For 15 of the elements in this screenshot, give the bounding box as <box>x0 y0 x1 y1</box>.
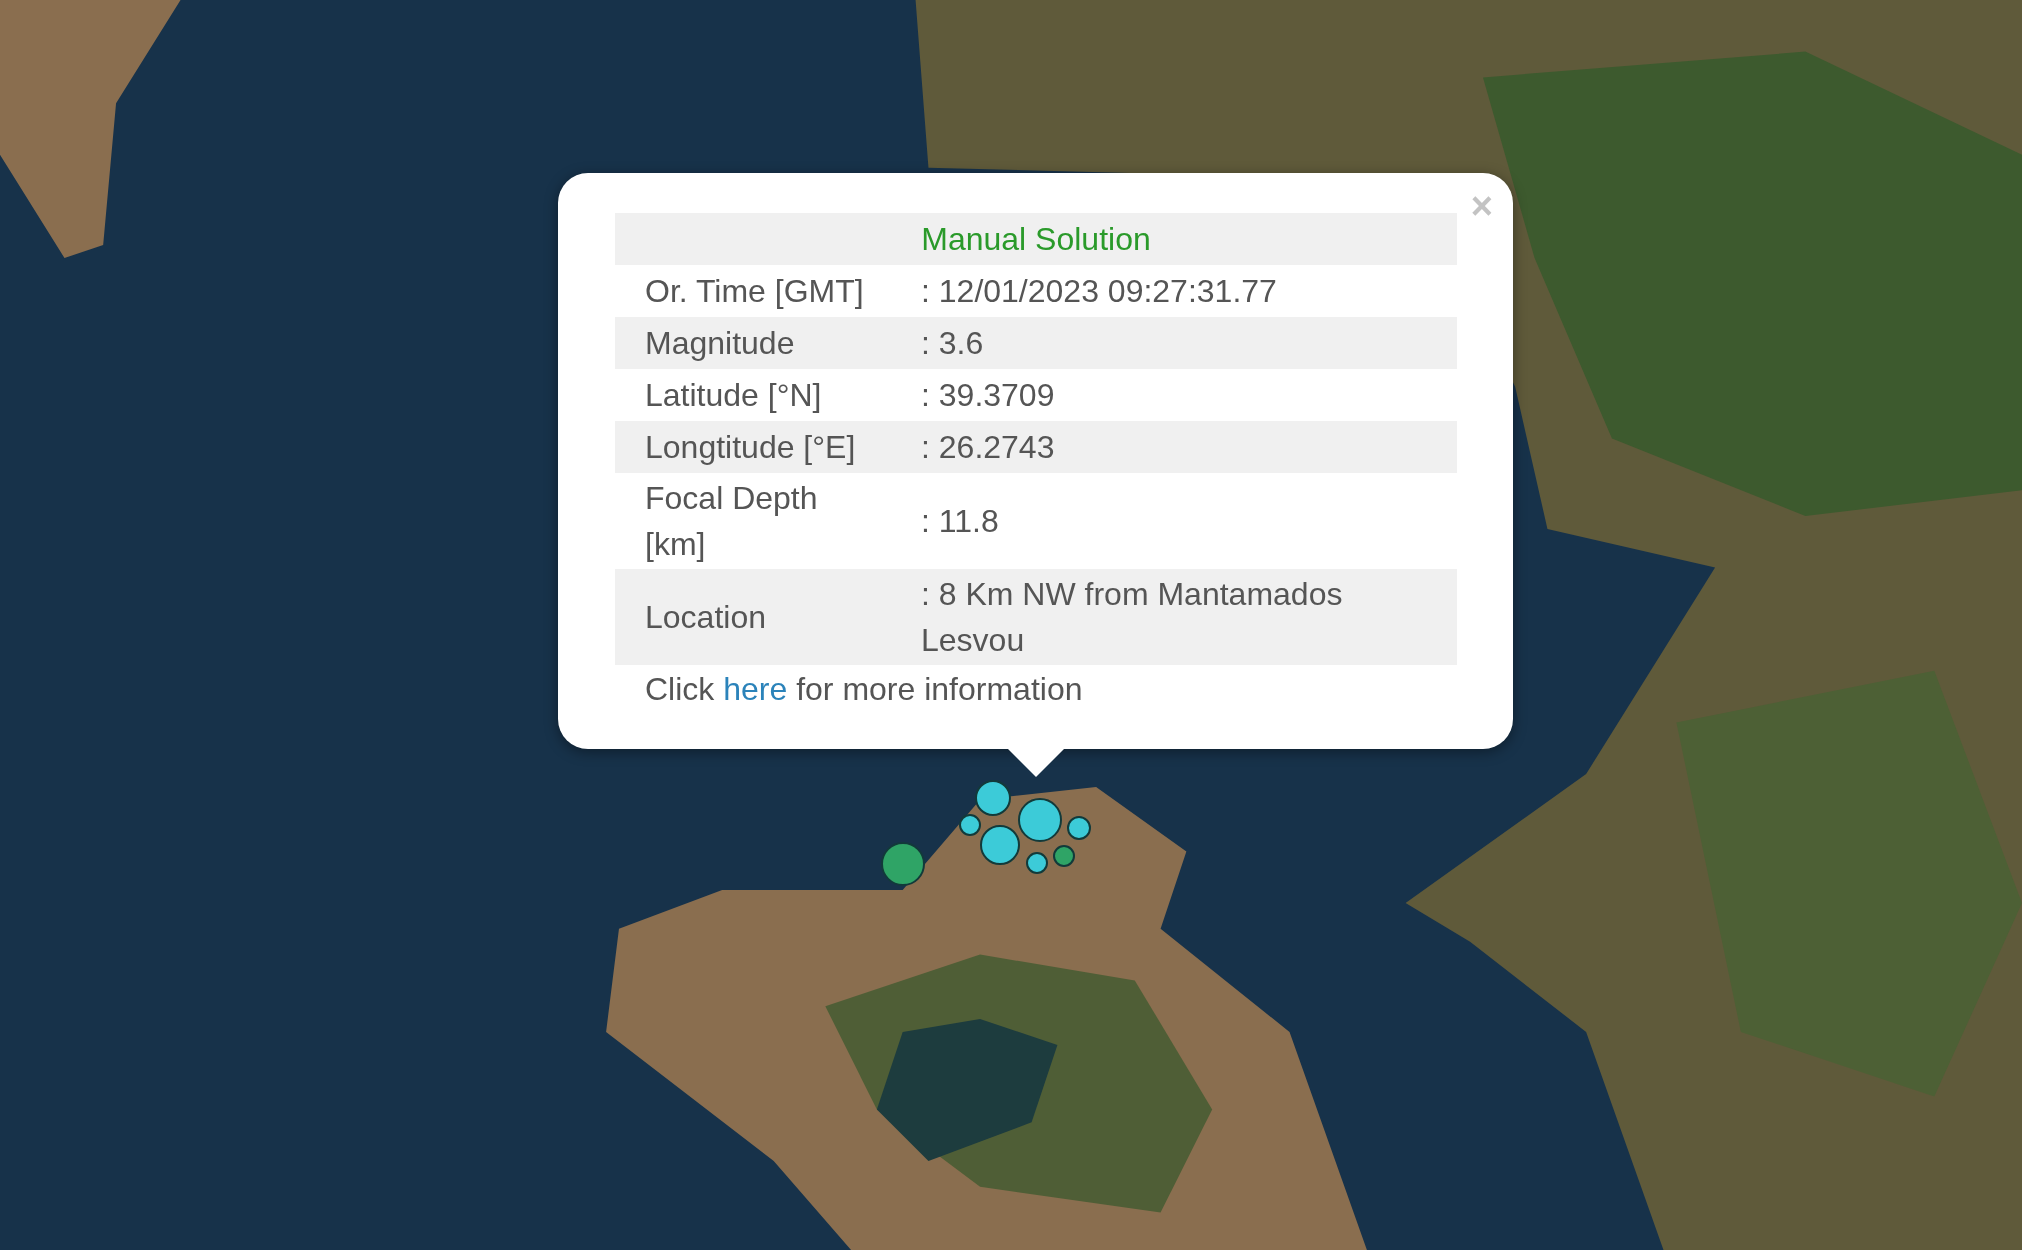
field-label: Latitude [°N] <box>644 376 823 415</box>
field-label: Focal Depth [km] <box>644 479 819 564</box>
more-info-text: Click here for more information <box>645 671 1083 707</box>
field-label: Or. Time [GMT] <box>644 272 865 311</box>
field-value: : 26.2743 <box>921 428 1056 467</box>
field-value: : 11.8 <box>921 502 1000 541</box>
field-label: Longtitude [°E] <box>644 428 857 467</box>
here-link[interactable]: here <box>723 671 788 707</box>
field-value: : 12/01/2023 09:27:31.77 <box>921 272 1278 311</box>
field-value: : 8 Km NW from Mantamados Lesvou <box>921 575 1344 660</box>
field-value: : 3.6 <box>921 324 985 363</box>
field-label: Magnitude <box>644 324 796 363</box>
popup-title: Manual Solution <box>615 213 1457 265</box>
field-label: Location <box>644 598 767 637</box>
field-value: : 39.3709 <box>921 376 1056 415</box>
